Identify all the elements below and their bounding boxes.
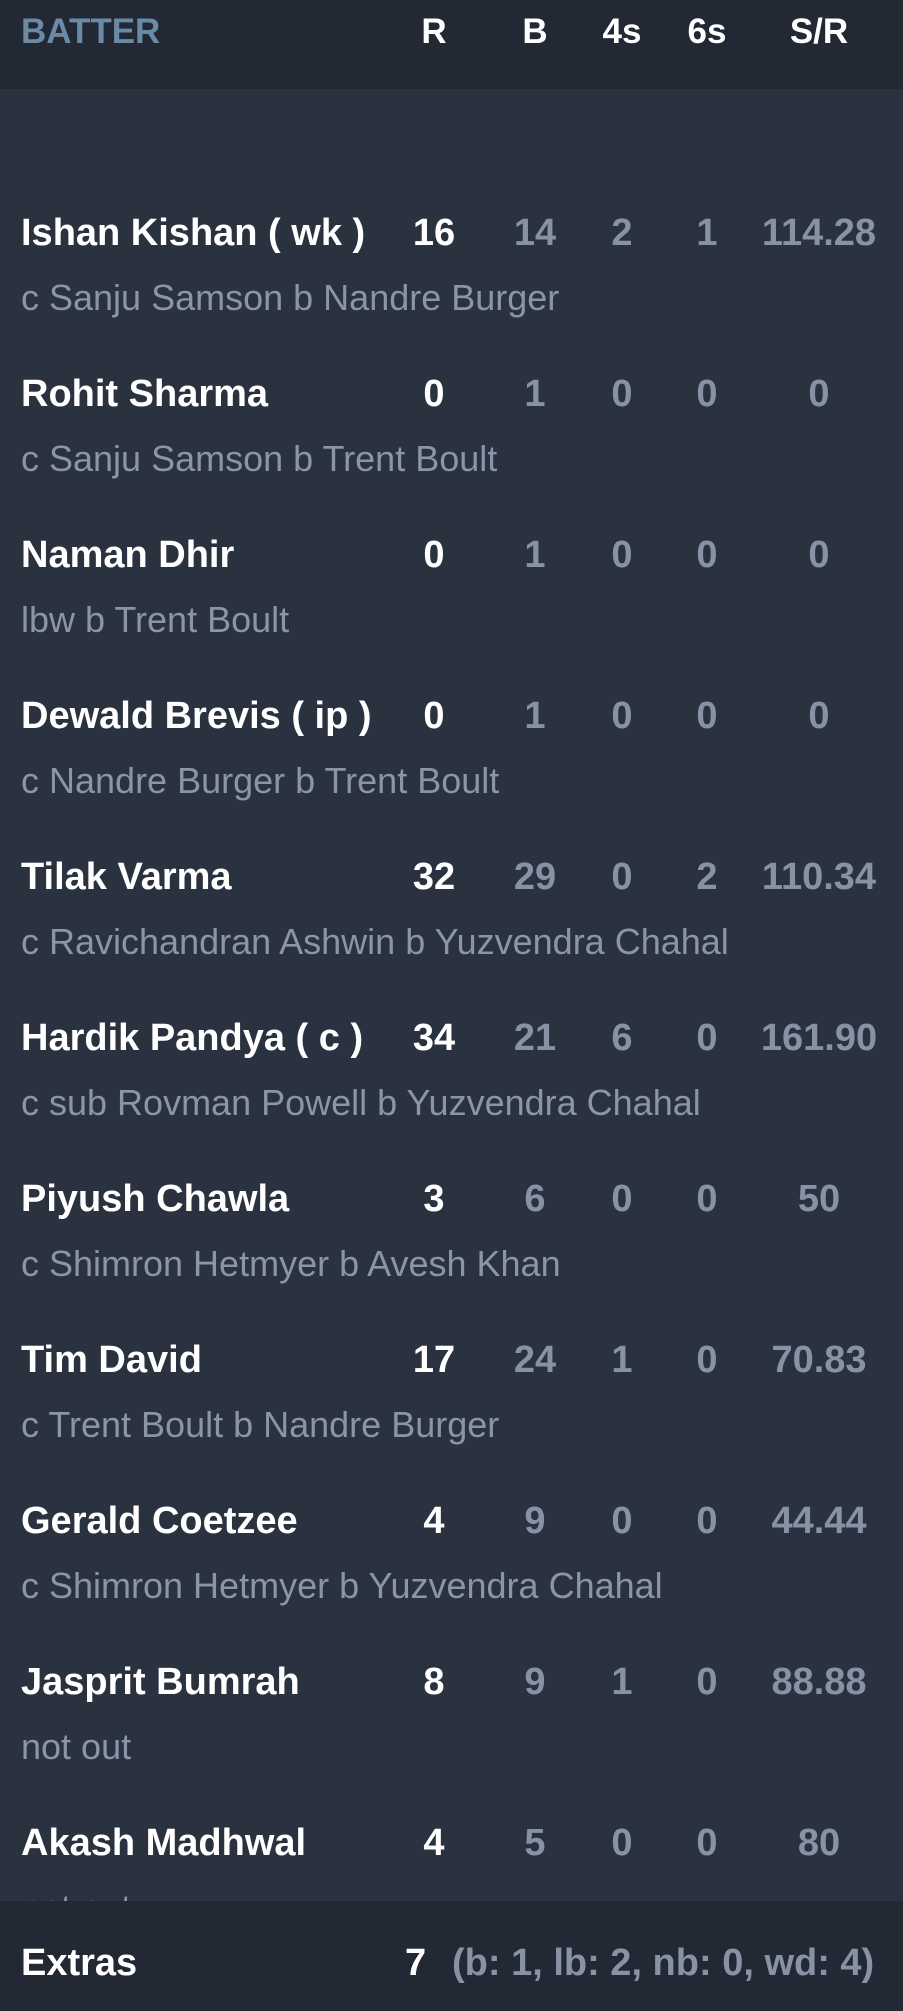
batter-name[interactable]: Ishan Kishan ( wk ) [21, 205, 365, 261]
batter-column-header: BATTER [21, 12, 161, 51]
batter-dismissal: c Sanju Samson b Trent Boult [21, 438, 498, 479]
batter-fours: 0 [611, 1822, 633, 1864]
sixes-column-header: 6s [687, 12, 727, 51]
batter-dismissal: c Sanju Samson b Nandre Burger [21, 277, 560, 318]
batter-balls: 1 [524, 695, 546, 737]
batter-strike-rate: 88.88 [771, 1661, 867, 1703]
batter-sixes: 0 [696, 695, 718, 737]
batter-sixes: 0 [696, 1500, 718, 1542]
batter-row[interactable]: Dewald Brevis ( ip ) 0 1 0 0 0 c Nandre … [0, 688, 903, 849]
fours-column-header: 4s [602, 12, 642, 51]
batter-sixes: 0 [696, 1822, 718, 1864]
batter-strike-rate: 44.44 [771, 1500, 867, 1542]
batter-balls: 24 [513, 1339, 557, 1381]
batter-runs: 17 [412, 1339, 456, 1381]
batter-strike-rate: 110.34 [761, 856, 877, 898]
batter-fours: 0 [611, 1178, 633, 1220]
batter-balls: 9 [524, 1661, 546, 1703]
batter-name[interactable]: Tilak Varma [21, 849, 232, 905]
batter-runs: 8 [423, 1661, 445, 1703]
batter-fours: 2 [611, 212, 633, 254]
batter-fours: 1 [611, 1661, 633, 1703]
batter-name[interactable]: Akash Madhwal [21, 1815, 306, 1871]
batter-balls: 6 [524, 1178, 546, 1220]
batter-name[interactable]: Dewald Brevis ( ip ) [21, 688, 372, 744]
batter-strike-rate: 0 [808, 695, 830, 737]
batter-sixes: 2 [696, 856, 718, 898]
batter-sixes: 0 [696, 373, 718, 415]
batter-dismissal: c Ravichandran Ashwin b Yuzvendra Chahal [21, 921, 729, 962]
batter-strike-rate: 0 [808, 373, 830, 415]
batter-row[interactable]: Piyush Chawla 3 6 0 0 50 c Shimron Hetmy… [0, 1171, 903, 1332]
batter-row[interactable]: Hardik Pandya ( c ) 34 21 6 0 161.90 c s… [0, 1010, 903, 1171]
batter-dismissal: c Trent Boult b Nandre Burger [21, 1404, 500, 1445]
batter-runs: 34 [412, 1017, 456, 1059]
batter-row[interactable]: Naman Dhir 0 1 0 0 0 lbw b Trent Boult [0, 527, 903, 688]
batter-balls: 21 [513, 1017, 557, 1059]
batter-balls: 9 [524, 1500, 546, 1542]
batter-strike-rate: 0 [808, 534, 830, 576]
batter-runs: 16 [412, 212, 456, 254]
batter-fours: 1 [611, 1339, 633, 1381]
batter-fours: 0 [611, 1500, 633, 1542]
batter-name[interactable]: Gerald Coetzee [21, 1493, 298, 1549]
batter-dismissal: c Shimron Hetmyer b Avesh Khan [21, 1243, 561, 1284]
extras-row: Extras 7 (b: 1, lb: 2, nb: 0, wd: 4) [0, 1901, 903, 2011]
batter-sixes: 0 [696, 1661, 718, 1703]
batter-row[interactable]: Rohit Sharma 0 1 0 0 0 c Sanju Samson b … [0, 366, 903, 527]
batter-dismissal: c Shimron Hetmyer b Yuzvendra Chahal [21, 1565, 663, 1606]
batter-dismissal: not out [21, 1726, 132, 1767]
runs-column-header: R [421, 12, 447, 51]
batter-name[interactable]: Rohit Sharma [21, 366, 268, 422]
batter-name[interactable]: Piyush Chawla [21, 1171, 289, 1227]
batter-strike-rate: 161.90 [760, 1017, 878, 1059]
batter-fours: 6 [611, 1017, 633, 1059]
batter-runs: 4 [423, 1822, 445, 1864]
batter-strike-rate: 50 [797, 1178, 841, 1220]
batter-runs: 4 [423, 1500, 445, 1542]
batter-runs: 32 [412, 856, 456, 898]
batter-sixes: 0 [696, 1178, 718, 1220]
batter-name[interactable]: Tim David [21, 1332, 202, 1388]
batter-sixes: 1 [696, 212, 718, 254]
batter-balls: 29 [513, 856, 557, 898]
batter-dismissal: lbw b Trent Boult [21, 599, 290, 640]
batter-strike-rate: 114.28 [761, 212, 877, 254]
extras-breakdown: (b: 1, lb: 2, nb: 0, wd: 4) [452, 1942, 875, 1984]
batter-balls: 14 [513, 212, 557, 254]
batter-balls: 5 [524, 1822, 546, 1864]
batter-name[interactable]: Hardik Pandya ( c ) [21, 1010, 363, 1066]
batter-name[interactable]: Naman Dhir [21, 527, 234, 583]
batter-balls: 1 [524, 534, 546, 576]
batter-runs: 0 [423, 534, 445, 576]
batter-runs: 0 [423, 695, 445, 737]
scorecard-header: BATTER R B 4s 6s S/R [0, 0, 903, 89]
batter-row[interactable]: Tim David 17 24 1 0 70.83 c Trent Boult … [0, 1332, 903, 1493]
extras-label: Extras [21, 1942, 138, 1984]
batter-row[interactable]: Ishan Kishan ( wk ) 16 14 2 1 114.28 c S… [0, 205, 903, 366]
batter-row[interactable]: Jasprit Bumrah 8 9 1 0 88.88 not out [0, 1654, 903, 1815]
batter-fours: 0 [611, 534, 633, 576]
batter-balls: 1 [524, 373, 546, 415]
batter-fours: 0 [611, 856, 633, 898]
batter-dismissal: c sub Rovman Powell b Yuzvendra Chahal [21, 1082, 701, 1123]
batter-runs: 0 [423, 373, 445, 415]
batter-sixes: 0 [696, 534, 718, 576]
balls-column-header: B [522, 12, 548, 51]
batter-name[interactable]: Jasprit Bumrah [21, 1654, 300, 1710]
batter-list: Ishan Kishan ( wk ) 16 14 2 1 114.28 c S… [0, 89, 903, 1928]
extras-total: 7 [405, 1942, 427, 1984]
batter-fours: 0 [611, 373, 633, 415]
batter-dismissal: c Nandre Burger b Trent Boult [21, 760, 500, 801]
batter-strike-rate: 70.83 [771, 1339, 867, 1381]
batter-strike-rate: 80 [797, 1822, 841, 1864]
batter-row[interactable]: Tilak Varma 32 29 0 2 110.34 c Ravichand… [0, 849, 903, 1010]
batter-sixes: 0 [696, 1339, 718, 1381]
batter-row[interactable]: Gerald Coetzee 4 9 0 0 44.44 c Shimron H… [0, 1493, 903, 1654]
strike-rate-column-header: S/R [789, 12, 849, 51]
batter-runs: 3 [423, 1178, 445, 1220]
batter-sixes: 0 [696, 1017, 718, 1059]
batter-fours: 0 [611, 695, 633, 737]
